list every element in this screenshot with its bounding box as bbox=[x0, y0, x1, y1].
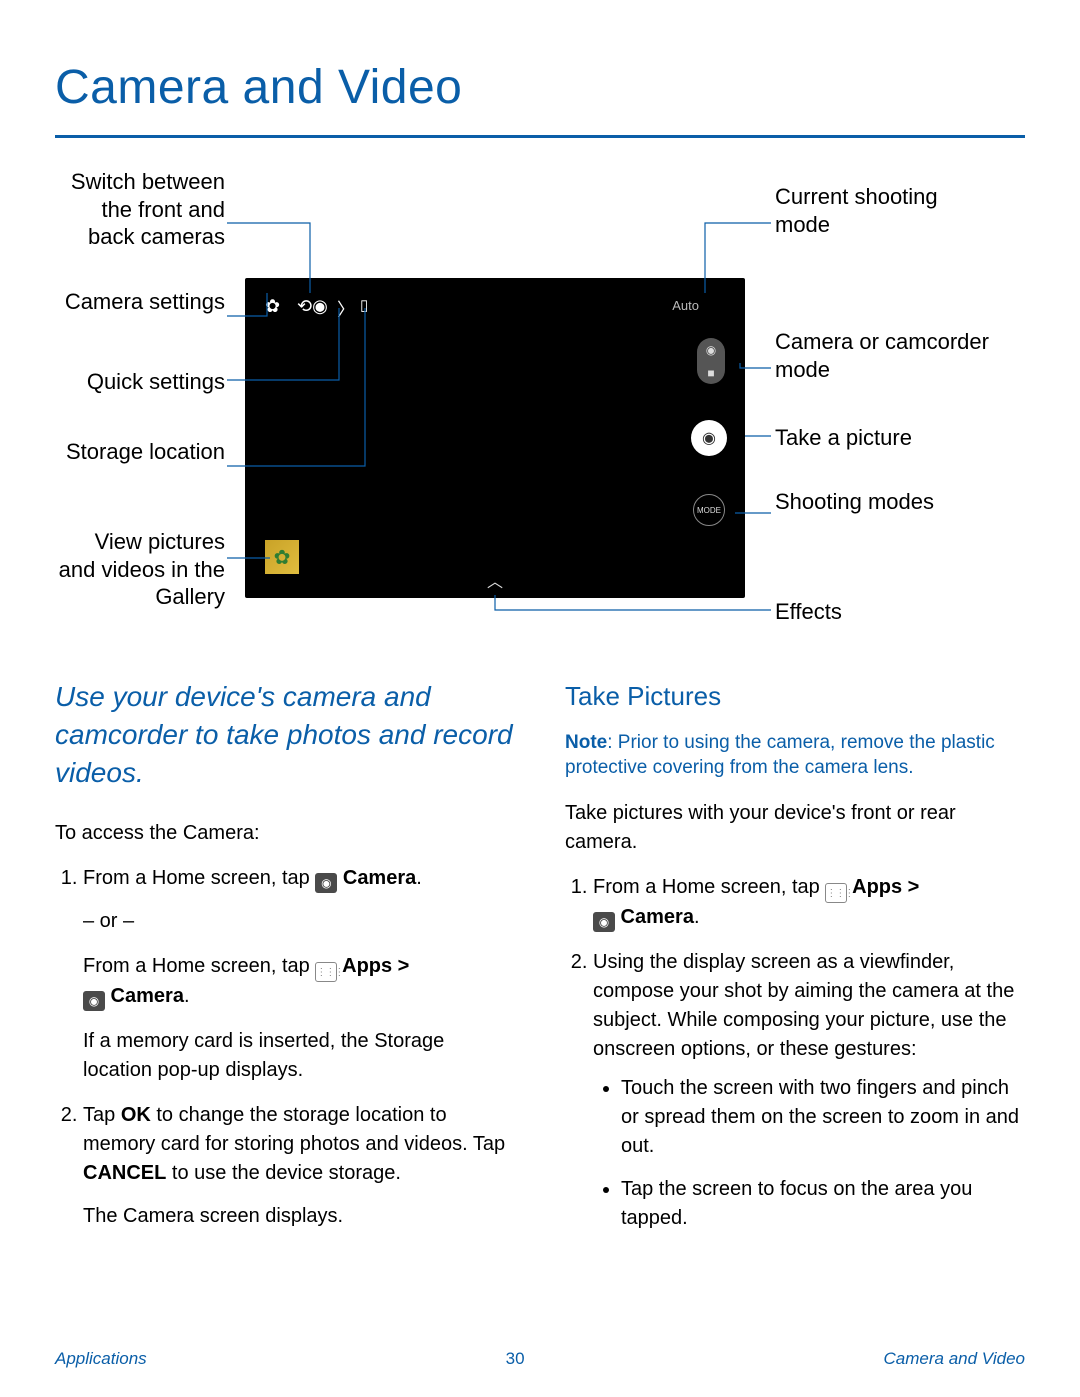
left-column: Use your device's camera and camcorder t… bbox=[55, 678, 515, 1249]
page-footer: Applications 30 Camera and Video bbox=[55, 1349, 1025, 1369]
apps-label-2: Apps > bbox=[847, 876, 919, 898]
step1a-post: Camera bbox=[337, 867, 416, 889]
camera-diagram: Switch between the front and back camera… bbox=[55, 168, 1025, 638]
step1b: From a Home screen, tap ⋮⋮⋮ Apps > ◉ Cam… bbox=[83, 952, 515, 1011]
camera-app-icon-2: ◉ bbox=[83, 991, 105, 1011]
take-pictures-heading: Take Pictures bbox=[565, 678, 1025, 716]
or-text: – or – bbox=[83, 907, 515, 936]
note-body: : Prior to using the camera, remove the … bbox=[565, 732, 995, 779]
apps-label: Apps > bbox=[337, 955, 409, 977]
camera-app-icon: ◉ bbox=[315, 873, 337, 893]
right-column: Take Pictures Note: Prior to using the c… bbox=[565, 678, 1025, 1249]
take-steps: From a Home screen, tap ⋮⋮⋮ Apps > ◉ Cam… bbox=[565, 873, 1025, 1233]
take-intro: Take pictures with your device's front o… bbox=[565, 799, 1025, 857]
camera-app-icon-3: ◉ bbox=[593, 912, 615, 932]
tstep1-pre: From a Home screen, tap bbox=[593, 876, 825, 898]
step1c: If a memory card is inserted, the Storag… bbox=[83, 1027, 515, 1085]
take-step-1: From a Home screen, tap ⋮⋮⋮ Apps > ◉ Cam… bbox=[593, 873, 1025, 932]
footer-page-number: 30 bbox=[506, 1349, 525, 1369]
step2-text: Tap OK to change the storage location to… bbox=[83, 1104, 505, 1184]
title-divider bbox=[55, 135, 1025, 138]
access-label: To access the Camera: bbox=[55, 819, 515, 848]
leader-lines bbox=[55, 168, 1025, 638]
note-text: Note: Prior to using the camera, remove … bbox=[565, 730, 1025, 781]
apps-icon-2: ⋮⋮⋮ bbox=[825, 883, 847, 903]
apps-icon: ⋮⋮⋮ bbox=[315, 962, 337, 982]
footer-right: Camera and Video bbox=[884, 1349, 1025, 1369]
step1b-pre: From a Home screen, tap bbox=[83, 955, 315, 977]
access-steps: From a Home screen, tap ◉ Camera. – or –… bbox=[55, 864, 515, 1231]
step2b: The Camera screen displays. bbox=[83, 1202, 515, 1231]
intro-text: Use your device's camera and camcorder t… bbox=[55, 678, 515, 791]
note-label: Note bbox=[565, 732, 607, 753]
content-columns: Use your device's camera and camcorder t… bbox=[55, 678, 1025, 1249]
access-step-1: From a Home screen, tap ◉ Camera. – or –… bbox=[83, 864, 515, 1085]
access-step-2: Tap OK to change the storage location to… bbox=[83, 1101, 515, 1231]
page-title: Camera and Video bbox=[55, 60, 1025, 115]
gesture-bullets: Touch the screen with two fingers and pi… bbox=[593, 1074, 1025, 1233]
take-step-2: Using the display screen as a viewfinder… bbox=[593, 948, 1025, 1233]
camera-label-2: Camera bbox=[615, 906, 694, 928]
bullet-pinch: Touch the screen with two fingers and pi… bbox=[621, 1074, 1025, 1161]
tstep2-text: Using the display screen as a viewfinder… bbox=[593, 951, 1014, 1060]
camera-label: Camera bbox=[105, 985, 184, 1007]
step1a-pre: From a Home screen, tap bbox=[83, 867, 315, 889]
bullet-focus: Tap the screen to focus on the area you … bbox=[621, 1175, 1025, 1233]
footer-left: Applications bbox=[55, 1349, 147, 1369]
